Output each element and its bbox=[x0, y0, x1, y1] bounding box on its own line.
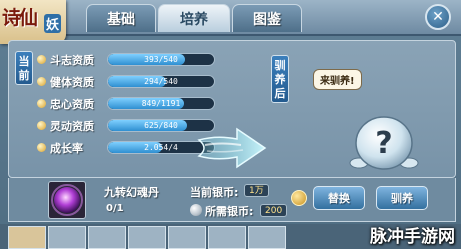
arrow-icon bbox=[197, 127, 267, 169]
pet-portrait[interactable] bbox=[8, 226, 46, 249]
attribute-row: 忠心资质 849/1191 bbox=[37, 96, 227, 112]
tame-button[interactable]: 驯养 bbox=[376, 186, 428, 210]
item-name: 九转幻魂丹 bbox=[104, 186, 159, 199]
required-coin-value: 200 bbox=[260, 204, 288, 217]
item-count: 0/1 bbox=[106, 203, 124, 214]
attribute-bar: 294/540 bbox=[107, 75, 215, 88]
attribute-bar: 393/540 bbox=[107, 53, 215, 66]
attribute-label: 成长率 bbox=[50, 142, 83, 155]
attribute-value: 294/540 bbox=[144, 77, 178, 86]
attribute-label: 忠心资质 bbox=[50, 98, 94, 111]
attribute-value: 393/540 bbox=[144, 55, 178, 64]
coin-icon bbox=[291, 190, 307, 206]
attribute-label: 斗志资质 bbox=[50, 54, 94, 67]
current-label: 当前 bbox=[15, 51, 33, 85]
attribute-bar: 849/1191 bbox=[107, 97, 215, 110]
tab-basic[interactable]: 基础 bbox=[86, 4, 156, 32]
bullet-icon bbox=[37, 55, 46, 64]
pet-portrait[interactable] bbox=[168, 226, 206, 249]
pet-portrait[interactable] bbox=[48, 226, 86, 249]
training-panel: 当前 斗志资质 393/540 健体资质 294/540 忠心资质 849/11… bbox=[8, 40, 456, 178]
logo-text: 诗仙 bbox=[2, 7, 38, 29]
attribute-row: 健体资质 294/540 bbox=[37, 74, 227, 90]
tab-bar: 基础 培养 图鉴 ✕ bbox=[66, 0, 461, 36]
tab-gallery[interactable]: 图鉴 bbox=[232, 4, 302, 32]
after-taming-label: 驯养后 bbox=[271, 55, 289, 103]
attribute-value: 849/1191 bbox=[141, 99, 181, 108]
pet-portrait[interactable] bbox=[208, 226, 246, 249]
attribute-label: 灵动资质 bbox=[50, 120, 94, 133]
bullet-icon bbox=[37, 143, 46, 152]
speech-bubble: 来驯养! bbox=[313, 69, 362, 90]
close-button[interactable]: ✕ bbox=[425, 4, 451, 30]
bullet-icon bbox=[37, 99, 46, 108]
current-coin-value: 1万 bbox=[244, 184, 269, 197]
silver-coin-icon bbox=[190, 204, 202, 216]
soul-pill-icon bbox=[51, 184, 83, 216]
current-coin-label: 当前银币: bbox=[190, 186, 239, 199]
pet-portrait[interactable] bbox=[248, 226, 286, 249]
attribute-label: 健体资质 bbox=[50, 76, 94, 89]
close-icon: ✕ bbox=[432, 9, 444, 25]
bullet-icon bbox=[37, 121, 46, 130]
pet-portrait[interactable] bbox=[128, 226, 166, 249]
pet-portrait[interactable] bbox=[88, 226, 126, 249]
required-coin-label: 所需银币: bbox=[205, 205, 254, 218]
tab-training[interactable]: 培养 bbox=[158, 4, 230, 32]
replace-button[interactable]: 替换 bbox=[313, 186, 365, 210]
logo-badge-text: 妖 bbox=[44, 14, 62, 33]
svg-text:?: ? bbox=[375, 126, 392, 161]
item-slot[interactable] bbox=[48, 181, 86, 219]
game-logo: 诗仙 妖 bbox=[0, 0, 66, 44]
attribute-row: 斗志资质 393/540 bbox=[37, 52, 227, 68]
bullet-icon bbox=[37, 77, 46, 86]
watermark: 脉冲手游网 bbox=[370, 227, 455, 247]
question-mark-icon: ? bbox=[349, 116, 419, 170]
